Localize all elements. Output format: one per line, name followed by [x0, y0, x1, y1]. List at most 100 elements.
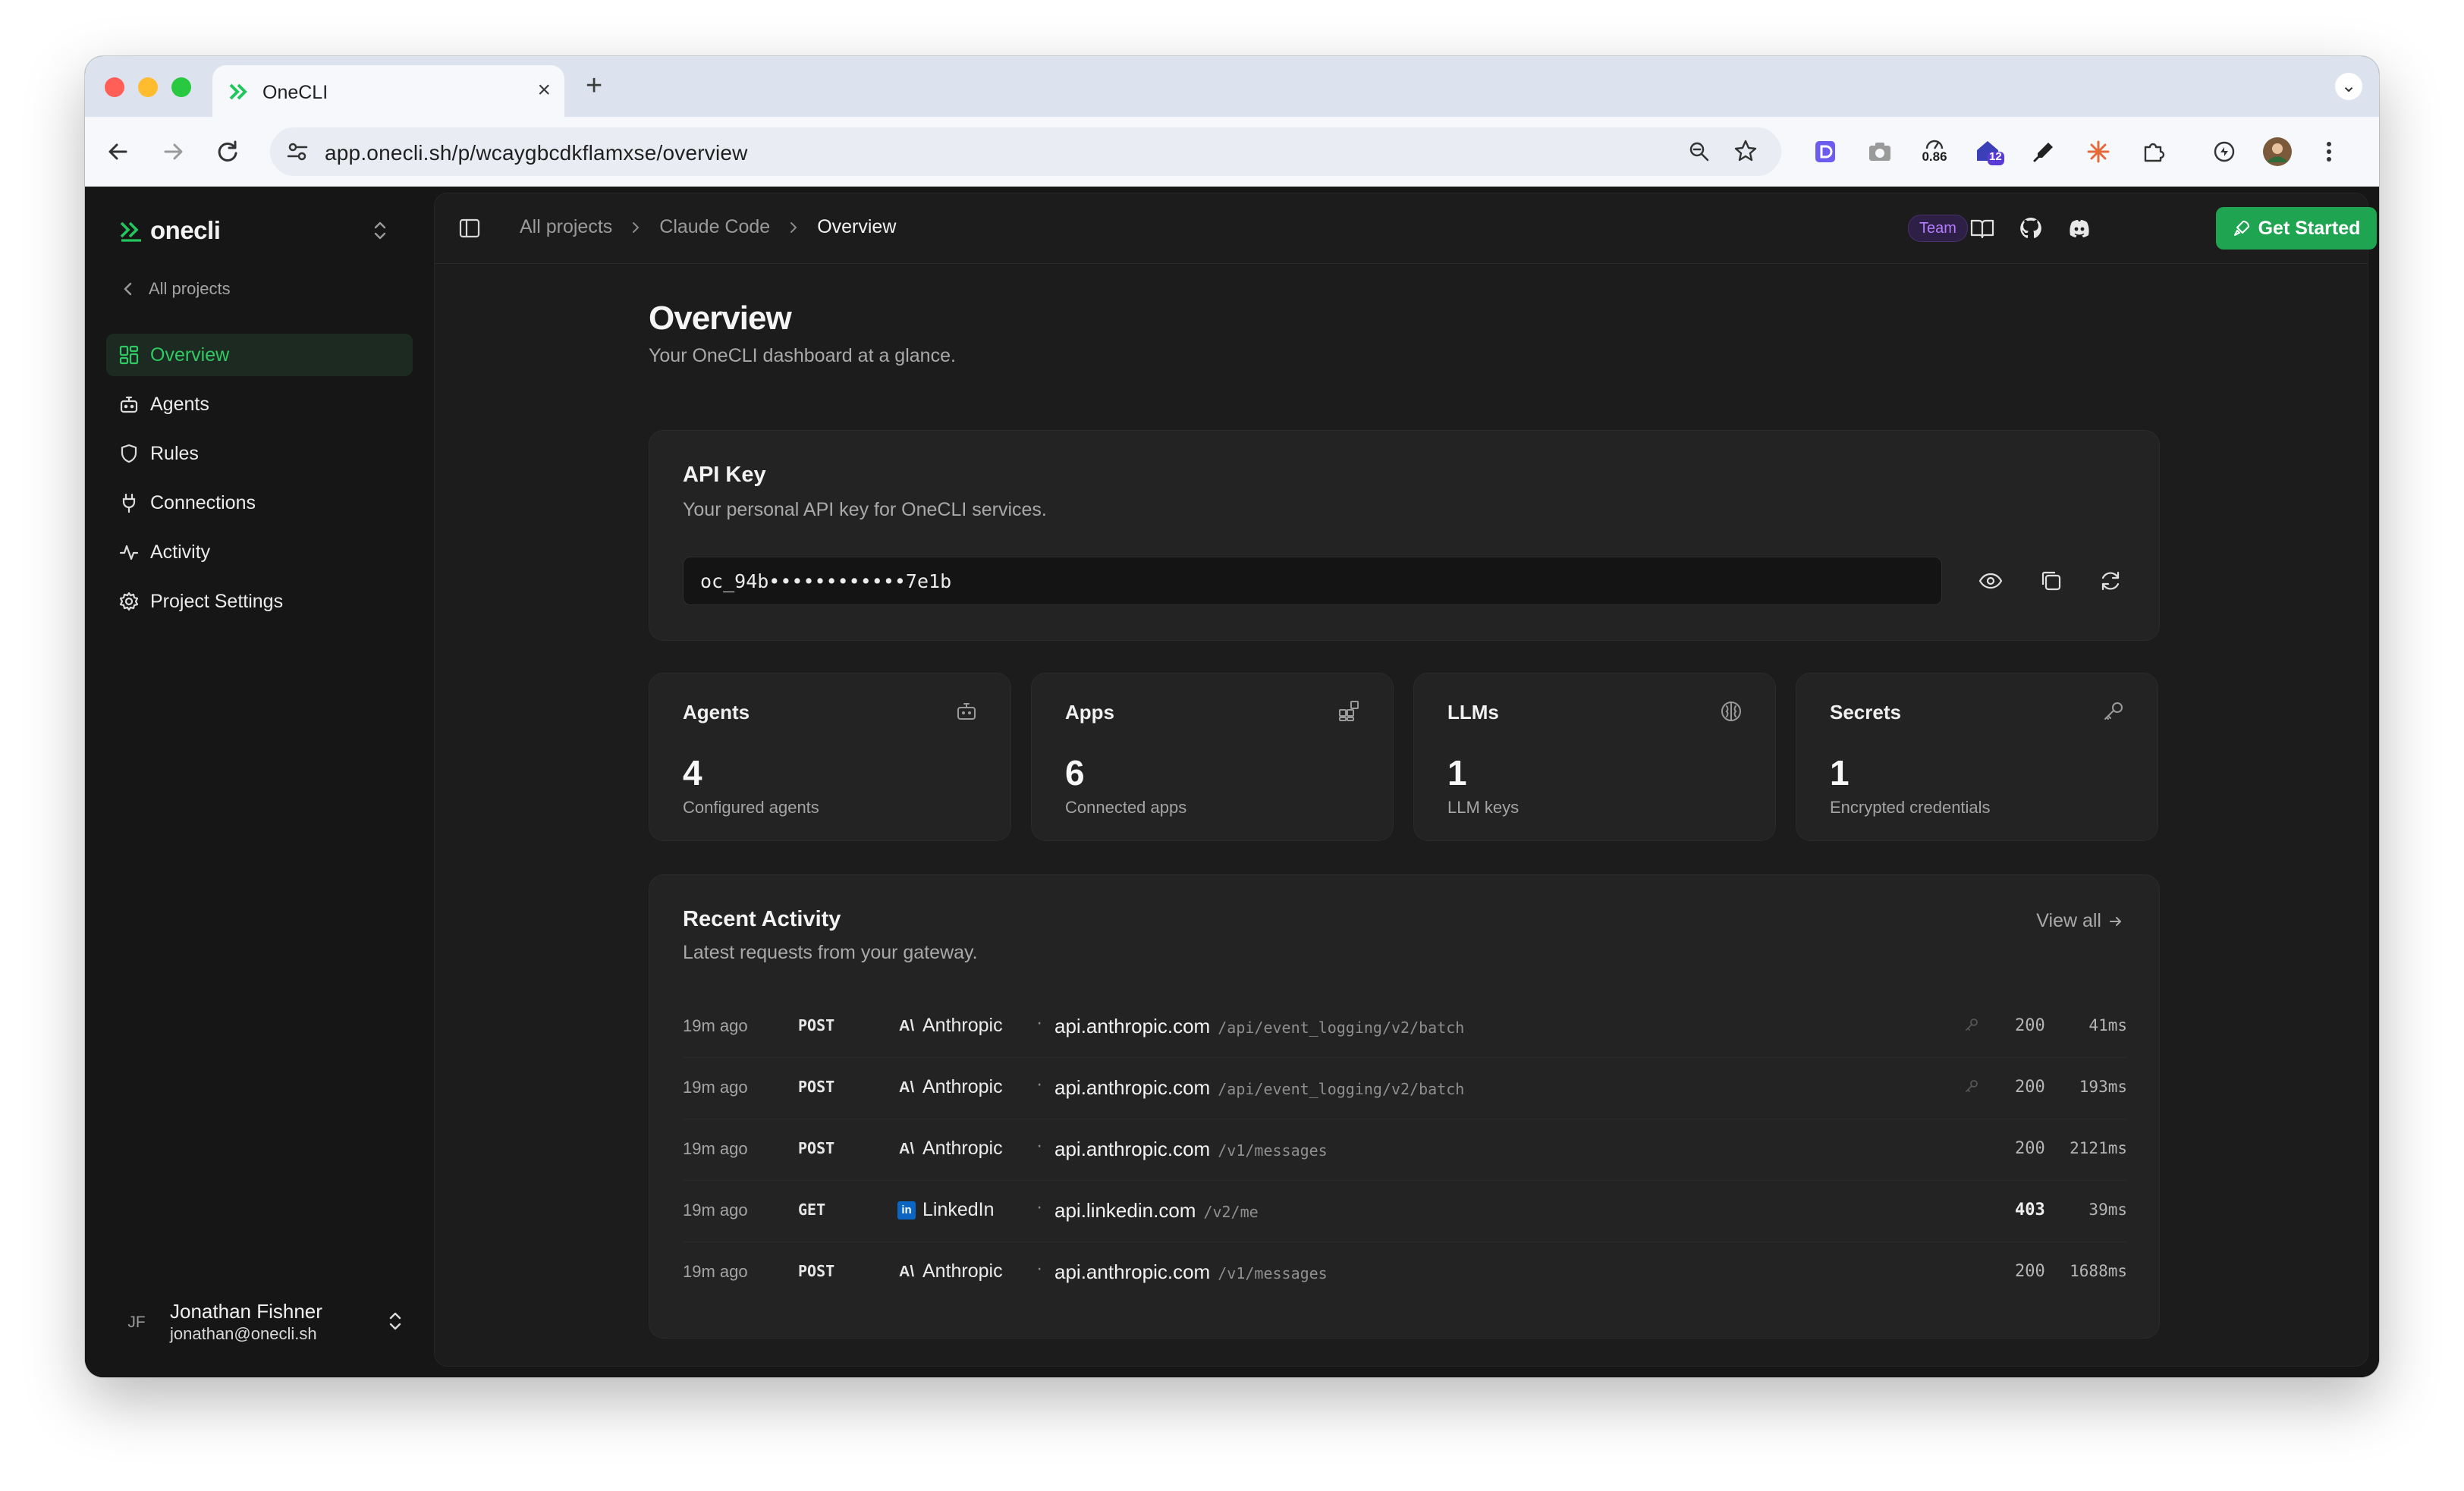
maximize-window-button[interactable] — [171, 77, 191, 97]
row-duration: 2121ms — [2070, 1139, 2127, 1157]
row-status: 200 — [2015, 1139, 2045, 1158]
bookmark-star-icon[interactable] — [1733, 138, 1758, 164]
anthropic-icon: A\ — [899, 1263, 914, 1280]
speed-extension-icon[interactable]: 0.86 — [1916, 133, 1953, 170]
activity-list: 19m ago POST A\ Anthropic · api.anthropi… — [683, 997, 2127, 1303]
shield-icon — [121, 444, 137, 463]
stat-label: Apps — [1065, 701, 1114, 724]
activity-subtitle: Latest requests from your gateway. — [683, 942, 978, 963]
brand-logo[interactable]: onecli — [118, 214, 221, 247]
site-settings-icon[interactable] — [285, 140, 310, 164]
eye-reveal-icon[interactable] — [1977, 567, 2004, 595]
sidebar-item-label: Overview — [150, 344, 230, 366]
row-host: api.anthropic.com/api/event_logging/v2/b… — [1054, 1015, 1464, 1038]
sidebar-item-label: Activity — [150, 541, 211, 563]
activity-row[interactable]: 19m ago POST A\ Anthropic · api.anthropi… — [683, 1058, 2127, 1119]
row-time: 19m ago — [683, 1078, 748, 1097]
activity-row[interactable]: 19m ago GET in LinkedIn · api.linkedin.c… — [683, 1181, 2127, 1242]
sync-extension-icon[interactable] — [2206, 133, 2242, 170]
sidebar-toggle-icon[interactable] — [457, 216, 482, 240]
browser-toolbar: app.onecli.sh/p/wcaygbcdkflamxse/overvie… — [85, 117, 2379, 187]
stat-card-llms[interactable]: LLMs 1 LLM keys — [1413, 673, 1776, 841]
sidebar-item-label: Project Settings — [150, 590, 284, 612]
sidebar-item-connections[interactable]: Connections — [106, 482, 413, 524]
extension-badge-count: 12 — [1989, 150, 2002, 163]
speed-extension-value: 0.86 — [1922, 149, 1947, 164]
row-provider: Anthropic — [922, 1015, 1003, 1036]
get-started-button[interactable]: Get Started — [2216, 207, 2377, 250]
row-status: 200 — [2015, 1078, 2045, 1097]
row-path: /v1/messages — [1218, 1264, 1328, 1282]
user-menu[interactable]: JF Jonathan Fishner jonathan@onecli.sh — [118, 1295, 407, 1348]
chevron-left-icon — [124, 282, 132, 296]
breadcrumb-all-projects[interactable]: All projects — [520, 216, 612, 238]
separator-dot: · — [1036, 1073, 1043, 1094]
sidebar-item-activity[interactable]: Activity — [106, 531, 413, 573]
key-icon — [1966, 1080, 1978, 1092]
browser-window: OneCLI × + ⌄ app.onecli.sh/p/wcaygbcdkfl… — [85, 56, 2379, 1377]
sidebar-item-project-settings[interactable]: Project Settings — [106, 580, 413, 623]
row-host: api.linkedin.com/v2/me — [1054, 1199, 1259, 1223]
row-host-name: api.anthropic.com — [1054, 1260, 1211, 1283]
row-duration: 41ms — [2088, 1016, 2127, 1034]
separator-dot: · — [1036, 1135, 1043, 1156]
view-all-link[interactable]: View all — [2036, 910, 2124, 932]
key-icon — [1966, 1019, 1978, 1031]
extension-d-icon[interactable] — [1807, 133, 1843, 170]
api-key-field[interactable] — [683, 557, 1942, 605]
stat-caption: Configured agents — [683, 798, 819, 817]
eyedropper-extension-icon[interactable] — [2026, 133, 2062, 170]
new-tab-icon[interactable]: + — [586, 70, 602, 102]
profile-avatar-icon[interactable] — [2259, 133, 2296, 170]
sidebar-item-label: Connections — [150, 491, 256, 513]
browser-tab[interactable]: OneCLI × — [212, 65, 564, 117]
stat-card-apps[interactable]: Apps 6 Connected apps — [1031, 673, 1394, 841]
row-path: /api/event_logging/v2/batch — [1218, 1080, 1465, 1098]
page-title: Overview — [649, 300, 792, 337]
puzzle-extensions-icon[interactable] — [2135, 133, 2171, 170]
row-host-name: api.anthropic.com — [1054, 1076, 1211, 1099]
discord-icon[interactable] — [2066, 215, 2093, 242]
house-extension-icon[interactable]: 12 — [1971, 133, 2007, 170]
reload-icon[interactable] — [209, 133, 246, 170]
sidebar-item-overview[interactable]: Overview — [106, 334, 413, 376]
sidebar-item-rules[interactable]: Rules — [106, 432, 413, 475]
project-switcher-chevrons-icon[interactable] — [369, 217, 391, 244]
docs-book-icon[interactable] — [1969, 215, 1996, 242]
address-bar[interactable]: app.onecli.sh/p/wcaygbcdkflamxse/overvie… — [270, 127, 1781, 176]
breadcrumb-project[interactable]: Claude Code — [659, 216, 770, 238]
url-text[interactable]: app.onecli.sh/p/wcaygbcdkflamxse/overvie… — [325, 141, 748, 165]
stat-card-secrets[interactable]: Secrets 1 Encrypted credentials — [1796, 673, 2158, 841]
claude-extension-icon[interactable] — [2080, 133, 2117, 170]
user-menu-chevrons-icon[interactable] — [384, 1307, 407, 1335]
separator-dot: · — [1036, 1257, 1043, 1279]
activity-row[interactable]: 19m ago POST A\ Anthropic · api.anthropi… — [683, 1242, 2127, 1303]
chevron-right-icon — [633, 221, 640, 233]
back-to-all-projects-link[interactable]: All projects — [118, 279, 231, 299]
row-time: 19m ago — [683, 1016, 748, 1035]
close-window-button[interactable] — [105, 77, 124, 97]
github-icon[interactable] — [2017, 215, 2044, 242]
activity-row[interactable]: 19m ago POST A\ Anthropic · api.anthropi… — [683, 997, 2127, 1058]
overview-content: Overview Your OneCLI dashboard at a glan… — [649, 300, 2160, 1339]
camera-extension-icon[interactable] — [1862, 133, 1898, 170]
row-path: /v2/me — [1203, 1203, 1259, 1221]
zoom-icon[interactable] — [1687, 140, 1711, 164]
row-duration: 1688ms — [2070, 1262, 2127, 1280]
sidebar-item-agents[interactable]: Agents — [106, 383, 413, 425]
stat-card-agents[interactable]: Agents 4 Configured agents — [649, 673, 1011, 841]
minimize-window-button[interactable] — [138, 77, 158, 97]
activity-row[interactable]: 19m ago POST A\ Anthropic · api.anthropi… — [683, 1119, 2127, 1181]
copy-icon[interactable] — [2038, 567, 2065, 595]
browser-menu-icon[interactable] — [2311, 133, 2347, 170]
forward-arrow-icon[interactable] — [155, 133, 191, 170]
back-arrow-icon[interactable] — [100, 133, 137, 170]
stat-label: Secrets — [1830, 701, 1901, 724]
regenerate-refresh-icon[interactable] — [2097, 567, 2124, 595]
anthropic-icon: A\ — [899, 1078, 914, 1096]
tab-search-chevron-icon[interactable]: ⌄ — [2335, 73, 2362, 100]
breadcrumb-current: Overview — [817, 216, 897, 237]
main-panel: All projects Claude Code Overview Team G… — [434, 193, 2377, 1367]
page-subtitle: Your OneCLI dashboard at a glance. — [649, 345, 956, 366]
tab-close-icon[interactable]: × — [537, 77, 551, 103]
